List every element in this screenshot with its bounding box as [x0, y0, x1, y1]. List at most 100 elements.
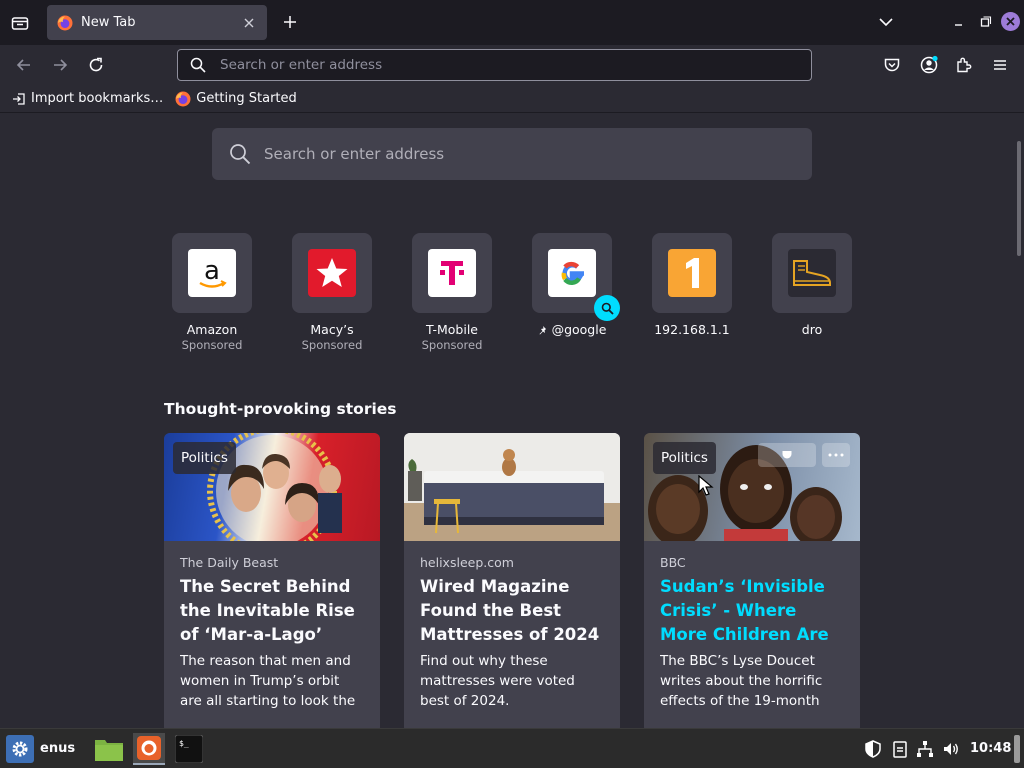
page-scrollbar[interactable] [1017, 141, 1021, 256]
story-card[interactable]: helixsleep.com Wired Magazine Found the … [404, 433, 620, 728]
story-source: The Daily Beast [180, 555, 279, 570]
sponsored-label: Sponsored [421, 338, 483, 352]
start-menu-label[interactable]: enus [40, 741, 75, 756]
taskbar-files[interactable] [93, 733, 125, 765]
pocket-icon [782, 451, 792, 459]
top-site-tile[interactable] [412, 233, 492, 313]
mouse-cursor-icon [698, 475, 714, 496]
titlebar: New Tab [0, 0, 1024, 45]
story-card[interactable]: Politics BBC Sudan’s ‘Invisible Crisis’ … [644, 433, 860, 728]
tray-volume[interactable] [941, 739, 961, 759]
tmobile-icon [428, 249, 476, 297]
google-icon [548, 249, 596, 297]
story-thumbnail: Politics [164, 433, 380, 541]
folder-icon [95, 740, 123, 761]
story-excerpt: Find out why these mattresses were voted… [420, 653, 575, 709]
forward-button[interactable] [48, 53, 72, 77]
boot-icon [788, 249, 836, 297]
firefox-icon [137, 736, 161, 760]
story-source: BBC [660, 555, 686, 570]
top-site-name: Macy’s [310, 322, 354, 337]
top-site-tile[interactable] [772, 233, 852, 313]
close-icon [1006, 17, 1015, 26]
extensions-button[interactable] [952, 53, 976, 77]
taskbar-terminal[interactable]: $_ [173, 733, 205, 765]
save-to-pocket-button[interactable] [758, 443, 816, 467]
speaker-icon [944, 743, 958, 755]
start-menu-button[interactable] [6, 735, 34, 763]
tray-clipboard[interactable] [890, 739, 910, 759]
address-input[interactable] [220, 57, 780, 73]
puzzle-icon [957, 57, 972, 73]
search-shortcut-badge [594, 295, 620, 321]
svg-text:$_: $_ [179, 739, 189, 748]
reload-button[interactable] [84, 53, 108, 77]
ellipsis-icon [828, 453, 844, 457]
top-site-tile[interactable] [532, 233, 620, 321]
list-all-tabs-button[interactable] [876, 12, 896, 32]
address-bar[interactable] [177, 49, 812, 81]
gear-icon [12, 741, 28, 757]
story-excerpt: The reason that men and women in Trump’s… [180, 653, 356, 709]
top-site-amazon[interactable]: a Amazon Sponsored [152, 233, 272, 352]
account-icon [920, 55, 938, 74]
svg-text:a: a [204, 256, 220, 286]
app-menu-button[interactable] [988, 53, 1012, 77]
window-close-button[interactable] [1001, 12, 1020, 31]
bookmark-import[interactable]: Import bookmarks… [12, 91, 163, 106]
newtab-search-input[interactable] [264, 145, 784, 163]
account-button[interactable] [917, 53, 941, 77]
top-sites: a Amazon Sponsored Macy’s Sponsored T-Mo… [152, 233, 872, 358]
number-one-icon [668, 249, 716, 297]
story-thumbnail: Politics [644, 433, 860, 541]
top-site-name: T-Mobile [425, 322, 478, 337]
story-category-badge: Politics [653, 442, 716, 474]
tab-new-tab[interactable]: New Tab [47, 5, 267, 40]
top-site-dro[interactable]: dro [752, 233, 872, 337]
top-site-google[interactable]: @google [512, 233, 632, 337]
top-site-tile[interactable] [652, 233, 732, 313]
top-site-name: dro [801, 322, 823, 337]
pocket-button[interactable] [880, 53, 904, 77]
top-site-tile[interactable] [292, 233, 372, 313]
story-headline: Sudan’s ‘Invisible Crisis’ - Where More … [660, 577, 829, 644]
bookmark-getting-started[interactable]: Getting Started [175, 91, 297, 107]
bookmark-label: Import bookmarks… [31, 91, 164, 106]
navigation-toolbar [0, 45, 1024, 85]
show-desktop-button[interactable] [1014, 735, 1020, 763]
sponsored-label: Sponsored [181, 338, 243, 352]
taskbar-clock[interactable]: 10:48 [970, 741, 1011, 756]
new-tab-page: a Amazon Sponsored Macy’s Sponsored [0, 113, 1024, 728]
top-site-name: @google [512, 322, 632, 337]
clipboard-icon [893, 741, 907, 758]
story-context-menu-button[interactable] [822, 443, 850, 467]
newtab-search-box[interactable] [212, 128, 812, 180]
story-source: helixsleep.com [420, 555, 514, 570]
top-site-name: Amazon [186, 322, 238, 337]
tab-manager-button[interactable] [0, 0, 40, 45]
new-tab-button[interactable] [278, 10, 302, 34]
shield-icon [865, 740, 881, 758]
top-site-192-168-1-1[interactable]: 192.168.1.1 [632, 233, 752, 337]
story-excerpt: The BBC’s Lyse Doucet writes about the h… [660, 653, 823, 709]
story-headline: Wired Magazine Found the Best Mattresses… [420, 577, 600, 644]
story-category-badge: Politics [173, 442, 236, 474]
taskbar-firefox[interactable] [133, 733, 165, 765]
chevron-down-icon [879, 18, 893, 27]
tray-shield[interactable] [863, 739, 883, 759]
maximize-icon [980, 16, 992, 27]
tray-network[interactable] [915, 739, 935, 759]
arrow-left-icon [16, 59, 30, 71]
terminal-icon: $_ [175, 735, 203, 763]
maximize-button[interactable] [976, 13, 994, 31]
sponsored-label: Sponsored [301, 338, 363, 352]
top-site-name: 192.168.1.1 [654, 322, 730, 337]
top-site-macys[interactable]: Macy’s Sponsored [272, 233, 392, 352]
back-button[interactable] [12, 53, 36, 77]
arrow-right-icon [54, 59, 68, 71]
tab-close-button[interactable] [241, 15, 257, 31]
minimize-button[interactable] [950, 13, 968, 31]
story-card[interactable]: Politics The Daily Beast The Secret Behi… [164, 433, 380, 728]
top-site-tmobile[interactable]: T-Mobile Sponsored [392, 233, 512, 352]
top-site-tile[interactable]: a [172, 233, 252, 313]
